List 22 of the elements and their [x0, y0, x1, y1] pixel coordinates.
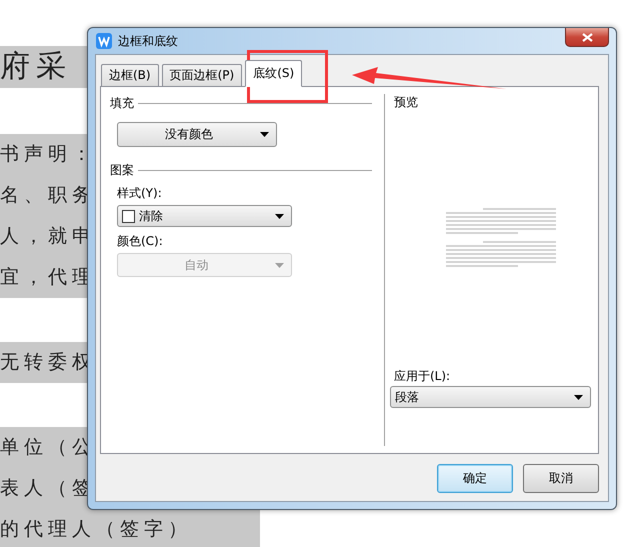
caret-icon — [574, 394, 583, 400]
dialog-button[interactable]: 取消 — [523, 464, 599, 493]
tab[interactable]: 页面边框(P) — [162, 64, 242, 87]
group-heading: 填充 — [110, 94, 134, 112]
field-label: 颜色(C): — [117, 233, 163, 249]
style-dropdown[interactable]: 清除 — [117, 205, 292, 227]
dialog-button[interactable]: 确定 — [437, 464, 513, 493]
field-label: 应用于(L): — [394, 368, 450, 384]
close-button[interactable] — [565, 28, 609, 47]
tab[interactable]: 边框(B) — [101, 64, 159, 87]
fill-color-dropdown[interactable]: 没有颜色 — [117, 122, 277, 147]
caret-icon — [275, 214, 284, 218]
swatch-icon — [122, 210, 135, 222]
close-icon — [582, 32, 592, 42]
field-label: 样式(Y): — [117, 185, 162, 201]
document-text: 的代理人（签字） — [0, 509, 260, 547]
app-logo-icon — [96, 33, 112, 49]
caret-icon — [260, 132, 269, 137]
tab[interactable]: 底纹(S) — [245, 60, 302, 87]
preview-heading: 预览 — [394, 94, 419, 111]
apply-to-dropdown[interactable]: 段落 — [390, 386, 591, 408]
caret-icon — [275, 262, 284, 268]
